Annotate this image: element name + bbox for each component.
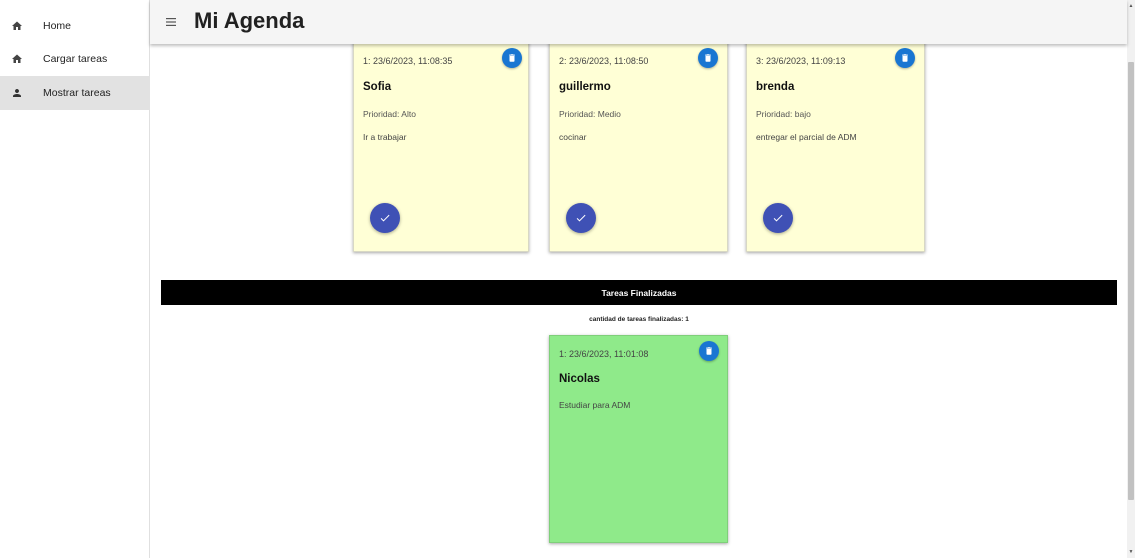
scrollbar-thumb[interactable] — [1128, 62, 1134, 500]
finished-tasks-count: cantidad de tareas finalizadas: 1 — [589, 316, 689, 323]
task-name: guillermo — [559, 81, 611, 93]
sidebar-item-home[interactable]: Home — [0, 9, 150, 43]
task-description: cocinar — [559, 132, 587, 142]
delete-button[interactable] — [699, 341, 719, 361]
task-description: Ir a trabajar — [363, 132, 407, 142]
task-date: 1: 23/6/2023, 11:01:08 — [559, 349, 649, 359]
task-date: 3: 23/6/2023, 11:09:13 — [756, 56, 846, 66]
page-title: Mi Agenda — [194, 8, 305, 33]
scroll-down-icon[interactable]: ▼ — [1128, 548, 1134, 556]
task-priority: Prioridad: Medio — [559, 109, 621, 119]
scroll-up-icon[interactable]: ▲ — [1128, 2, 1134, 10]
finished-task-card: 1: 23/6/2023, 11:01:08 Nicolas Estudiar … — [549, 335, 728, 543]
task-card: 3: 23/6/2023, 11:09:13 brenda Prioridad:… — [746, 44, 925, 252]
task-priority: Prioridad: bajo — [756, 109, 811, 119]
trash-icon — [705, 54, 711, 62]
task-card: 1: 23/6/2023, 11:08:35 Sofia Prioridad: … — [353, 44, 529, 252]
scrollbar[interactable]: ▲ ▼ — [1127, 0, 1135, 558]
trash-icon — [509, 54, 515, 62]
finished-tasks-header: Tareas Finalizadas — [161, 280, 1117, 305]
home-icon — [11, 20, 23, 32]
delete-button[interactable] — [698, 48, 718, 68]
sidebar-item-mostrar-tareas[interactable]: Mostrar tareas — [0, 76, 150, 110]
delete-button[interactable] — [502, 48, 522, 68]
task-name: Nicolas — [559, 373, 600, 385]
sidebar: Home Cargar tareas Mostrar tareas — [0, 0, 150, 558]
person-icon — [11, 87, 23, 99]
complete-button[interactable] — [566, 203, 596, 233]
check-icon — [773, 214, 783, 222]
delete-button[interactable] — [895, 48, 915, 68]
finished-tasks-title: Tareas Finalizadas — [601, 287, 677, 298]
check-icon — [380, 214, 390, 222]
menu-icon[interactable] — [165, 15, 177, 27]
check-icon — [576, 214, 586, 222]
trash-icon — [706, 347, 712, 355]
task-name: brenda — [756, 81, 795, 93]
sidebar-item-label: Cargar tareas — [43, 53, 108, 65]
complete-button[interactable] — [370, 203, 400, 233]
complete-button[interactable] — [763, 203, 793, 233]
task-description: Estudiar para ADM — [559, 400, 631, 410]
task-description: entregar el parcial de ADM — [756, 132, 857, 142]
sidebar-item-label: Home — [43, 20, 72, 32]
task-card: 2: 23/6/2023, 11:08:50 guillermo Priorid… — [549, 44, 728, 252]
task-date: 1: 23/6/2023, 11:08:35 — [363, 56, 453, 66]
task-name: Sofia — [363, 81, 392, 93]
sidebar-item-cargar-tareas[interactable]: Cargar tareas — [0, 42, 150, 76]
trash-icon — [902, 54, 908, 62]
home-icon — [11, 53, 23, 65]
app-bar: Mi Agenda — [150, 0, 1127, 44]
main-content: 1: 23/6/2023, 11:08:35 Sofia Prioridad: … — [150, 44, 1127, 558]
task-priority: Prioridad: Alto — [363, 109, 416, 119]
task-date: 2: 23/6/2023, 11:08:50 — [559, 56, 649, 66]
sidebar-item-label: Mostrar tareas — [43, 87, 111, 99]
